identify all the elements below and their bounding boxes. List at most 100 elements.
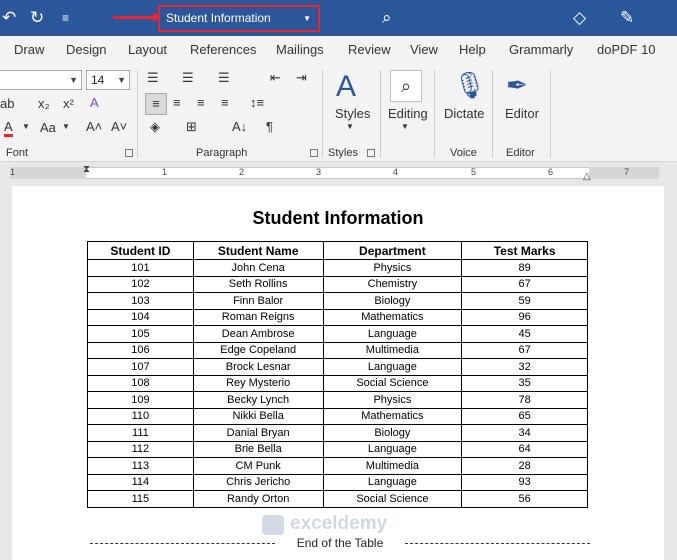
document-title-button[interactable]: Student Information ▼ [158,5,320,32]
redo-icon[interactable]: ↻ [30,0,44,36]
tab-dopdf[interactable]: doPDF 10 [597,42,656,57]
table-cell[interactable]: 101 [87,259,194,277]
table-cell[interactable]: Nikki Bella [192,407,324,425]
table-cell[interactable]: 103 [87,292,194,310]
chevron-down-icon[interactable]: ▼ [346,122,354,131]
table-cell[interactable]: Physics [322,391,463,409]
table-cell[interactable]: 67 [461,341,588,359]
table-cell[interactable]: 104 [87,308,194,326]
table-cell[interactable]: 115 [87,490,194,508]
table-cell[interactable]: Social Science [322,490,463,508]
numbering-icon[interactable]: ☰ [182,70,194,86]
table-cell[interactable]: 64 [461,440,588,458]
subscript-icon[interactable]: x₂ [38,96,50,111]
quick-access-customize-icon[interactable]: ≡ [62,0,69,36]
document-page[interactable]: Student Information Student ID Student N… [12,186,664,560]
shrink-font-icon[interactable]: A˅ [111,119,127,134]
table-cell[interactable]: Biology [322,424,463,442]
styles-dialog-launcher-icon[interactable] [367,149,375,157]
horizontal-ruler[interactable]: 1 1 2 3 4 5 6 7 ⧗ △ [0,162,677,184]
align-center-icon[interactable]: ≡ [173,95,181,110]
table-cell[interactable]: Multimedia [322,457,463,475]
table-cell[interactable]: 35 [461,374,588,392]
chevron-down-icon[interactable]: ▼ [401,122,409,131]
editor-button-label[interactable]: Editor [505,106,539,121]
table-cell[interactable]: 93 [461,473,588,491]
table-cell[interactable]: 45 [461,325,588,343]
table-cell[interactable]: Brock Lesnar [192,358,324,376]
align-right-icon[interactable]: ≡ [197,95,205,110]
table-cell[interactable]: Roman Reigns [192,308,324,326]
table-cell[interactable]: 108 [87,374,194,392]
right-indent-marker-icon[interactable]: △ [583,171,591,182]
table-cell[interactable]: 110 [87,407,194,425]
bullets-icon[interactable]: ☰ [147,70,159,86]
tab-draw[interactable]: Draw [14,42,44,57]
table-cell[interactable]: Edge Copeland [192,341,324,359]
table-cell[interactable]: Language [322,473,463,491]
paragraph-dialog-launcher-icon[interactable] [310,149,318,157]
font-name-select[interactable]: ▼ [0,70,82,90]
tab-layout[interactable]: Layout [128,42,167,57]
table-cell[interactable]: Physics [322,259,463,277]
justify-icon[interactable]: ≡ [221,95,229,110]
table-cell[interactable]: 105 [87,325,194,343]
table-cell[interactable]: Chemistry [322,275,463,293]
table-cell[interactable]: 65 [461,407,588,425]
tab-view[interactable]: View [410,42,438,57]
table-cell[interactable]: CM Punk [192,457,324,475]
table-cell[interactable]: John Cena [192,259,324,277]
indent-marker-icon[interactable]: ⧗ [83,164,90,175]
editing-button-label[interactable]: Editing [388,106,428,121]
dictate-button-label[interactable]: Dictate [444,106,484,121]
grow-font-icon[interactable]: A˄ [86,119,102,134]
table-cell[interactable]: 113 [87,457,194,475]
chevron-down-icon[interactable]: ▼ [22,122,30,131]
font-size-select[interactable]: 14 ▼ [86,70,130,90]
table-cell[interactable]: Randy Orton [192,490,324,508]
table-cell[interactable]: Becky Lynch [192,391,324,409]
chevron-down-icon[interactable]: ▼ [62,122,70,131]
font-color-icon[interactable]: A [4,120,13,137]
table-cell[interactable]: Mathematics [322,308,463,326]
superscript-icon[interactable]: x² [63,96,74,111]
student-table[interactable]: Student ID Student Name Department Test … [87,241,588,508]
table-cell[interactable]: 78 [461,391,588,409]
table-cell[interactable]: 89 [461,259,588,277]
table-cell[interactable]: Language [322,325,463,343]
tab-design[interactable]: Design [66,42,106,57]
diamond-icon[interactable]: ◇ [573,0,586,36]
table-cell[interactable]: Mathematics [322,407,463,425]
strikethrough-icon[interactable]: ab [0,96,14,111]
table-cell[interactable]: 111 [87,424,194,442]
multilevel-list-icon[interactable]: ☰ [218,70,230,86]
borders-icon[interactable]: ⊞ [186,119,197,135]
change-case-icon[interactable]: Aa [40,120,56,135]
table-cell[interactable]: 96 [461,308,588,326]
show-formatting-icon[interactable]: ¶ [266,119,273,134]
table-cell[interactable]: 109 [87,391,194,409]
styles-button-label[interactable]: Styles [335,106,370,121]
tab-help[interactable]: Help [459,42,486,57]
table-cell[interactable]: Finn Balor [192,292,324,310]
table-cell[interactable]: 114 [87,473,194,491]
shading-icon[interactable]: ◈ [150,119,160,135]
pen-icon[interactable]: ✎ [620,0,634,36]
table-cell[interactable]: 32 [461,358,588,376]
table-cell[interactable]: 112 [87,440,194,458]
editor-pen-icon[interactable]: ✒ [506,70,528,101]
table-cell[interactable]: 102 [87,275,194,293]
sort-icon[interactable]: A↓ [232,119,247,134]
table-cell[interactable]: 28 [461,457,588,475]
tab-mailings[interactable]: Mailings [276,42,324,57]
table-cell[interactable]: Language [322,440,463,458]
search-icon[interactable]: ⌕ [382,0,392,36]
table-cell[interactable]: 59 [461,292,588,310]
table-cell[interactable]: 67 [461,275,588,293]
tab-grammarly[interactable]: Grammarly [509,42,573,57]
decrease-indent-icon[interactable]: ⇤ [270,70,281,86]
editing-button[interactable]: ⌕ [390,70,422,102]
microphone-icon[interactable]: 🎙 [453,70,486,101]
table-cell[interactable]: Multimedia [322,341,463,359]
table-cell[interactable]: Rey Mysterio [192,374,324,392]
